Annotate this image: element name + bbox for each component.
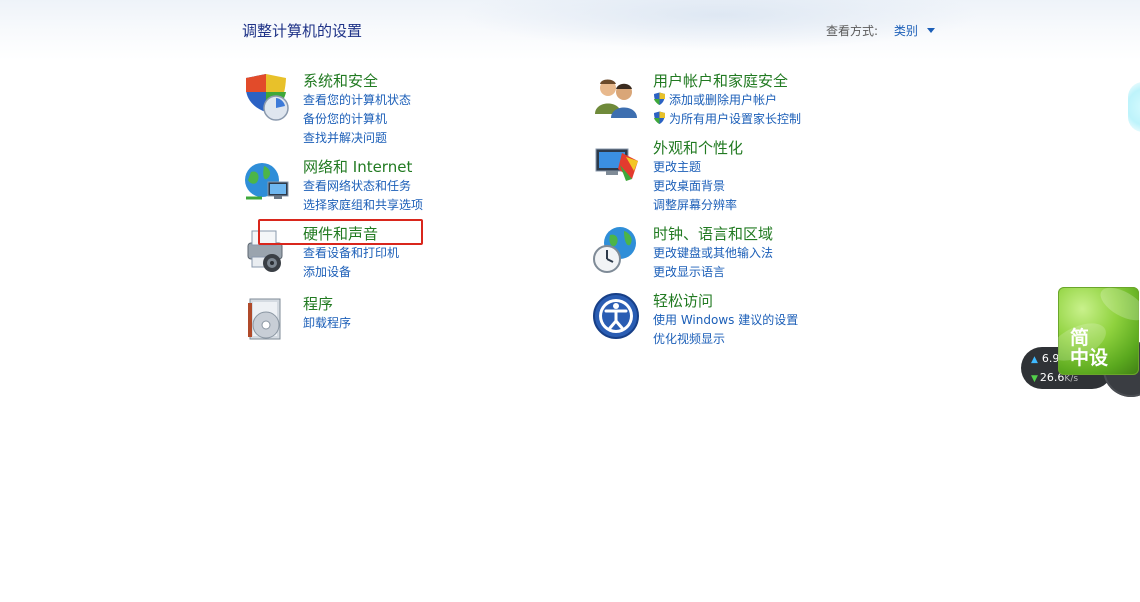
category-title-ease-of-access[interactable]: 轻松访问	[653, 292, 798, 311]
link-view-devices-printers[interactable]: 查看设备和打印机	[303, 244, 399, 263]
link-parental-controls-label: 为所有用户设置家长控制	[669, 112, 802, 126]
category-ease-of-access: 轻松访问 使用 Windows 建议的设置 优化视频显示	[592, 292, 852, 352]
top-gradient-background	[0, 0, 1140, 60]
link-homegroup-sharing[interactable]: 选择家庭组和共享选项	[303, 196, 423, 215]
link-use-recommended-settings[interactable]: 使用 Windows 建议的设置	[653, 311, 798, 330]
link-change-desktop-background[interactable]: 更改桌面背景	[653, 177, 743, 196]
highlight-annotation-box	[258, 219, 423, 245]
leaf-decoration	[1095, 287, 1139, 327]
link-change-display-language[interactable]: 更改显示语言	[653, 263, 773, 282]
category-text: 用户帐户和家庭安全 添加或删除用户帐户 为所有用户设置家长控制	[653, 72, 801, 129]
page-title: 调整计算机的设置	[242, 22, 363, 40]
ease-of-access-icon[interactable]	[592, 292, 642, 342]
link-parental-controls[interactable]: 为所有用户设置家长控制	[653, 110, 801, 129]
download-speed-unit: K/s	[1064, 374, 1079, 384]
link-view-network-status[interactable]: 查看网络状态和任务	[303, 177, 423, 196]
upload-speed: ▲ 6.9	[1031, 352, 1059, 365]
category-network-internet: 网络和 Internet 查看网络状态和任务 选择家庭组和共享选项	[242, 158, 502, 218]
ime-settings-label: 中设	[1070, 347, 1109, 369]
category-title-user-accounts[interactable]: 用户帐户和家庭安全	[653, 72, 801, 91]
link-backup-computer[interactable]: 备份您的计算机	[303, 110, 411, 129]
category-text: 外观和个性化 更改主题 更改桌面背景 调整屏幕分辨率	[653, 139, 743, 215]
view-by-control: 查看方式: 类别	[826, 22, 935, 39]
system-security-icon[interactable]	[242, 72, 292, 122]
category-text: 轻松访问 使用 Windows 建议的设置 优化视频显示	[653, 292, 798, 349]
view-by-label: 查看方式:	[826, 24, 879, 38]
category-title-system-security[interactable]: 系统和安全	[303, 72, 411, 91]
link-change-input-method[interactable]: 更改键盘或其他输入法	[653, 244, 773, 263]
upload-arrow-icon: ▲	[1031, 355, 1038, 365]
view-by-dropdown[interactable]: 类别	[894, 24, 918, 38]
category-text: 网络和 Internet 查看网络状态和任务 选择家庭组和共享选项	[303, 158, 423, 215]
link-add-device[interactable]: 添加设备	[303, 263, 399, 282]
programs-icon[interactable]	[242, 295, 292, 345]
category-title-clock-language[interactable]: 时钟、语言和区域	[653, 225, 773, 244]
category-text: 时钟、语言和区域 更改键盘或其他输入法 更改显示语言	[653, 225, 773, 282]
category-text: 系统和安全 查看您的计算机状态 备份您的计算机 查找并解决问题	[303, 72, 411, 148]
link-add-remove-accounts[interactable]: 添加或删除用户帐户	[653, 91, 801, 110]
category-text: 程序 卸载程序	[303, 295, 351, 333]
category-clock-language: 时钟、语言和区域 更改键盘或其他输入法 更改显示语言	[592, 225, 852, 285]
link-optimize-video-display[interactable]: 优化视频显示	[653, 330, 798, 349]
link-view-computer-status[interactable]: 查看您的计算机状态	[303, 91, 411, 110]
link-troubleshoot[interactable]: 查找并解决问题	[303, 129, 411, 148]
category-title-programs[interactable]: 程序	[303, 295, 351, 314]
category-title-network-internet[interactable]: 网络和 Internet	[303, 158, 423, 177]
link-add-remove-accounts-label: 添加或删除用户帐户	[669, 93, 778, 107]
edge-decoration	[1128, 82, 1140, 132]
uac-shield-icon	[654, 111, 665, 124]
appearance-icon[interactable]	[592, 139, 642, 189]
category-user-accounts: 用户帐户和家庭安全 添加或删除用户帐户 为所有用户设置家长控制	[592, 72, 852, 132]
input-method-toolbar[interactable]: 简 中设	[1058, 287, 1139, 375]
chevron-down-icon[interactable]	[926, 28, 935, 33]
category-appearance: 外观和个性化 更改主题 更改桌面背景 调整屏幕分辨率	[592, 139, 852, 219]
category-title-appearance[interactable]: 外观和个性化	[653, 139, 743, 158]
category-system-security: 系统和安全 查看您的计算机状态 备份您的计算机 查找并解决问题	[242, 72, 502, 152]
category-programs: 程序 卸载程序	[242, 295, 502, 345]
link-uninstall-program[interactable]: 卸载程序	[303, 314, 351, 333]
upload-speed-value: 6.9	[1041, 352, 1060, 365]
link-adjust-resolution[interactable]: 调整屏幕分辨率	[653, 196, 743, 215]
uac-shield-icon	[654, 92, 665, 105]
user-accounts-icon[interactable]	[592, 72, 642, 122]
clock-language-icon[interactable]	[592, 225, 642, 275]
download-arrow-icon: ▼	[1031, 374, 1038, 384]
network-internet-icon[interactable]	[242, 158, 292, 208]
link-change-theme[interactable]: 更改主题	[653, 158, 743, 177]
